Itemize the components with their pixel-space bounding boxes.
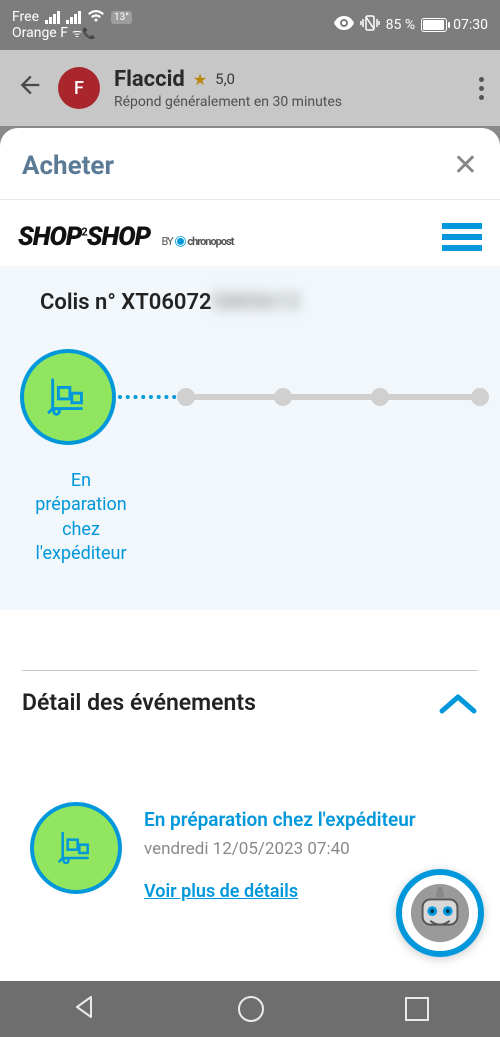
carrier-name-1: Free [12, 10, 39, 25]
carrier-name-2: Orange F [12, 26, 68, 41]
more-menu-icon[interactable] [479, 77, 484, 100]
close-icon[interactable]: ✕ [453, 148, 478, 183]
nav-home-icon[interactable] [238, 996, 264, 1022]
chevron-up-icon [438, 691, 478, 715]
step-current-label: En préparation chez l'expéditeur [6, 469, 156, 566]
details-heading: Détail des événements [22, 689, 256, 716]
seller-rating: 5,0 [215, 70, 235, 88]
response-time: Répond généralement en 30 minutes [114, 94, 465, 110]
parcel-number: Colis n° XT060725885613 [0, 290, 500, 335]
chatbot-fab[interactable] [396, 869, 484, 957]
step-dot [177, 388, 195, 406]
temp-badge: 13° [111, 11, 132, 24]
star-icon: ★ [193, 70, 207, 89]
status-bar: Free 13° Orange F ᯤ📞 85 % 07:30 [0, 0, 500, 50]
wifi-icon [87, 9, 105, 27]
step-dot [371, 388, 389, 406]
eye-icon [334, 16, 354, 34]
trolley-icon [45, 374, 91, 420]
clock: 07:30 [453, 17, 488, 33]
sheet-title: Acheter [22, 151, 114, 181]
event-title: En préparation chez l'expéditeur [144, 808, 478, 831]
event-more-link[interactable]: Voir plus de détails [144, 881, 298, 902]
nav-back-icon[interactable] [71, 994, 97, 1024]
signal-icon-2 [66, 10, 81, 24]
step-current-icon [20, 349, 116, 445]
seller-avatar[interactable]: F [58, 67, 100, 109]
hamburger-menu-icon[interactable] [442, 223, 482, 251]
seller-name[interactable]: Flaccid [114, 67, 185, 92]
step-dot [274, 388, 292, 406]
details-toggle[interactable]: Détail des événements [22, 689, 478, 716]
step-dot [471, 388, 489, 406]
battery-icon [421, 18, 447, 32]
android-navbar [0, 981, 500, 1037]
nav-recent-icon[interactable] [405, 997, 429, 1021]
progress-stepper [0, 335, 500, 463]
event-icon [30, 802, 122, 894]
shop2shop-logo: SHOP2SHOP BY ◉ chronopost [18, 222, 233, 252]
back-arrow-icon[interactable] [16, 71, 44, 106]
robot-icon [409, 882, 471, 944]
vibrate-icon [360, 15, 380, 35]
chat-header: F Flaccid ★ 5,0 Répond généralement en 3… [0, 50, 500, 126]
trolley-icon [56, 828, 96, 868]
cube-icon: ◉ [174, 233, 185, 249]
signal-icon-1 [45, 10, 60, 24]
wifi-call-icon: ᯤ📞 [72, 28, 96, 40]
battery-percent: 85 % [386, 17, 415, 33]
event-date: vendredi 12/05/2023 07:40 [144, 839, 478, 859]
